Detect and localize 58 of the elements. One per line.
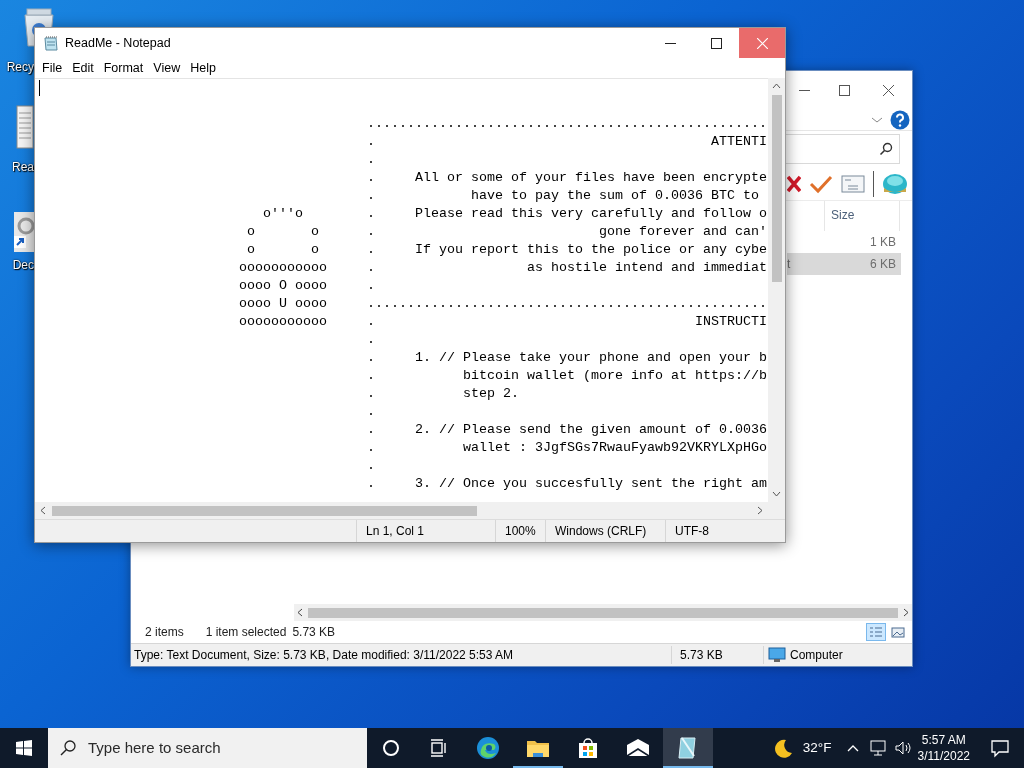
text-line: . 3. // Once you succesfully sent the right am	[367, 474, 767, 493]
search-box[interactable]: Type here to search	[48, 728, 367, 768]
clock-date[interactable]: 3/11/2022	[917, 748, 970, 764]
ascii-art-line: oooo O oooo	[239, 276, 328, 295]
ascii-art-line: ooooooooooo	[239, 258, 328, 277]
ascii-art-line: ooooooooooo	[239, 312, 328, 331]
ascii-art-line: oooo U oooo	[239, 294, 328, 313]
text-line: . bitcoin wallet (more info at https://b	[367, 366, 767, 385]
text-line: .	[367, 456, 375, 475]
file-row[interactable]: t 6 KB	[787, 253, 901, 275]
text-line: . If you report this to the police or any cybe	[367, 240, 767, 259]
file-size: 1 KB	[870, 234, 896, 251]
text-line: .	[367, 276, 375, 295]
status-text: Ln 1, Col 1	[366, 524, 425, 538]
text-line: . wallet : 3JgfSGs7RwauFyawb92VKRYLXpHGo	[367, 438, 767, 457]
text-line: . ATTENTI	[367, 132, 767, 151]
text-line: .	[367, 402, 375, 421]
window-title: ReadMe - Notepad	[65, 34, 171, 52]
text-line: .	[367, 330, 375, 349]
file-row[interactable]: 1 KB	[787, 231, 901, 253]
clock-time[interactable]: 5:57 AM	[921, 732, 966, 748]
menu-item[interactable]: File	[37, 58, 68, 77]
selection-count: 1 item selected	[205, 624, 287, 641]
desktop-icon-label[interactable]: Rea	[12, 160, 34, 174]
text-line: ..................................................	[367, 294, 767, 313]
selection-size: 5.73 KB	[292, 624, 336, 641]
ascii-art-line: o'''o	[262, 204, 304, 223]
text-line: . gone forever and can'	[367, 222, 767, 241]
status-text: UTF-8	[675, 524, 709, 538]
status-text: Windows (CRLF)	[555, 524, 647, 538]
item-count: 2 items	[145, 624, 184, 641]
file-name: t	[787, 256, 791, 273]
temperature-label[interactable]: 32°F	[802, 737, 832, 759]
text-line: . Please read this very carefully and follow o	[367, 204, 767, 223]
text-line: . as hostile intend and immediat	[367, 258, 767, 277]
text-line: . INSTRUCTI	[367, 312, 767, 331]
text-line: . 2. // Please send the given amount of 0.0036	[367, 420, 767, 439]
menu-item[interactable]: Format	[98, 58, 149, 77]
menu-item[interactable]: View	[148, 58, 186, 77]
menu-item[interactable]: Edit	[67, 58, 99, 77]
file-size: 5.73 KB	[680, 648, 723, 662]
ascii-art-line: o o	[246, 222, 320, 241]
text-line: .	[367, 150, 375, 169]
desktop-icon-label[interactable]: Recy	[6, 60, 34, 74]
text-line: . 1. // Please take your phone and open your b	[367, 348, 767, 367]
location-label: Computer	[790, 647, 843, 664]
text-line: . step 2.	[367, 384, 519, 403]
text-line: . have to pay the sum of 0.0036 BTC to	[367, 186, 759, 205]
status-text: 100%	[505, 524, 536, 538]
column-header[interactable]: Size	[824, 201, 900, 231]
search-input[interactable]: Type here to search	[86, 735, 336, 761]
desktop-icon-label[interactable]: Dec	[12, 258, 34, 272]
menu-item[interactable]: Help	[185, 58, 221, 77]
text-line: ..................................................	[367, 114, 767, 133]
ascii-art-line: o o	[246, 240, 320, 259]
file-size: 6 KB	[870, 256, 896, 273]
file-details: Type: Text Document, Size: 5.73 KB, Date modified: 3/11/2022 5:53 AM	[134, 648, 514, 662]
text-line: . All or some of your files have been encrypte	[367, 168, 767, 187]
